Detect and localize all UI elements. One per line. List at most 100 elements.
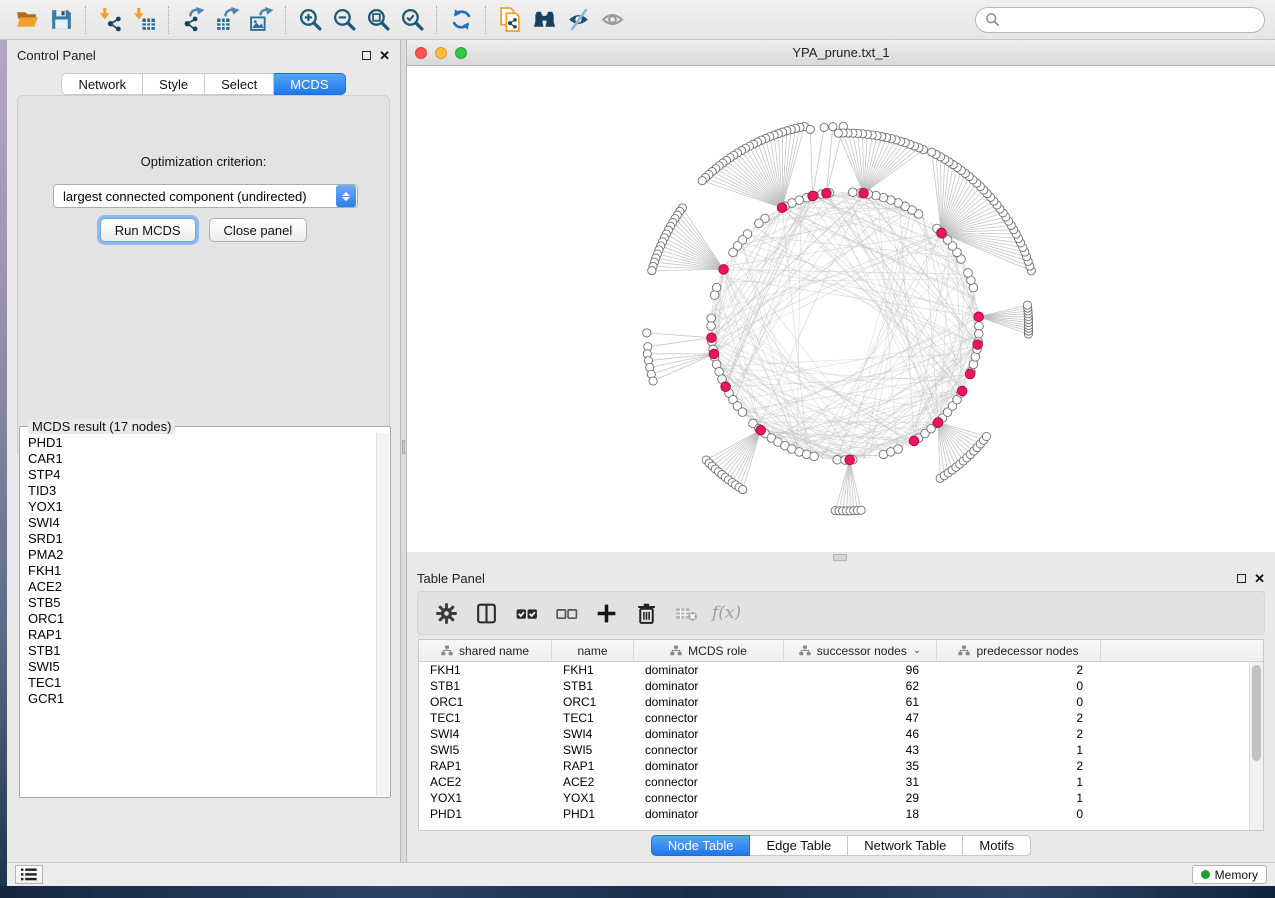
- save-session-icon[interactable]: [44, 4, 78, 36]
- tab-motifs[interactable]: Motifs: [963, 835, 1031, 856]
- table-panel: Table Panel ✕: [407, 563, 1275, 862]
- find-icon[interactable]: [527, 4, 561, 36]
- toolbar-separator: [436, 6, 437, 34]
- close-panel-icon[interactable]: ✕: [1254, 574, 1265, 583]
- main-toolbar: [0, 0, 1275, 40]
- table-body: FKH1 FKH1 dominator 96 2 STB1 STB1 domin…: [419, 662, 1249, 830]
- search-input[interactable]: [975, 7, 1265, 33]
- memory-button[interactable]: Memory: [1192, 865, 1267, 884]
- network-canvas[interactable]: [407, 66, 1275, 552]
- result-list-scrollbar[interactable]: [376, 433, 389, 796]
- table-row[interactable]: SWI5 SWI5 connector 43 1: [419, 742, 1249, 758]
- mcds-result-item[interactable]: SWI5: [28, 659, 376, 675]
- hide-selected-icon[interactable]: [561, 4, 595, 36]
- column-header-mcds-role[interactable]: MCDS role: [634, 640, 784, 661]
- table-row[interactable]: RAP1 RAP1 dominator 35 2: [419, 758, 1249, 774]
- export-network-icon[interactable]: [176, 4, 210, 36]
- table-row[interactable]: TEC1 TEC1 connector 47 2: [419, 710, 1249, 726]
- gear-icon[interactable]: [428, 596, 464, 630]
- deselect-all-icon[interactable]: [548, 596, 584, 630]
- zoom-in-icon[interactable]: [293, 4, 327, 36]
- table-row[interactable]: STB1 STB1 dominator 62 0: [419, 678, 1249, 694]
- splitter-handle[interactable]: [833, 554, 847, 561]
- open-session-icon[interactable]: [10, 4, 44, 36]
- table-row[interactable]: ACE2 ACE2 connector 31 1: [419, 774, 1249, 790]
- table-row[interactable]: FKH1 FKH1 dominator 96 2: [419, 662, 1249, 678]
- column-header-successor-nodes[interactable]: successor nodes ⌄: [784, 640, 937, 661]
- mcds-result-item[interactable]: ORC1: [28, 611, 376, 627]
- tab-select[interactable]: Select: [205, 73, 274, 95]
- float-panel-icon[interactable]: [362, 51, 371, 60]
- column-header-shared-name[interactable]: shared name: [419, 640, 552, 661]
- mcds-result-item[interactable]: PMA2: [28, 547, 376, 563]
- mcds-result-item[interactable]: SRD1: [28, 531, 376, 547]
- vertical-splitter[interactable]: [400, 40, 407, 862]
- table-row[interactable]: SWI4 SWI4 dominator 46 2: [419, 726, 1249, 742]
- tab-node-table[interactable]: Node Table: [651, 835, 751, 856]
- mcds-result-item[interactable]: STB5: [28, 595, 376, 611]
- table-scrollbar[interactable]: [1249, 662, 1263, 830]
- clone-network-icon[interactable]: [493, 4, 527, 36]
- mcds-result-item[interactable]: TEC1: [28, 675, 376, 691]
- delete-table-icon[interactable]: [668, 596, 704, 630]
- refresh-icon[interactable]: [444, 4, 478, 36]
- select-all-icon[interactable]: [508, 596, 544, 630]
- zoom-fit-icon[interactable]: [361, 4, 395, 36]
- close-panel-icon[interactable]: ✕: [379, 51, 390, 60]
- column-header-predecessor-nodes[interactable]: predecessor nodes: [937, 640, 1101, 661]
- tab-edge-table[interactable]: Edge Table: [750, 835, 848, 856]
- search-icon: [985, 12, 1000, 27]
- mcds-panel-card: Optimization criterion: largest connecte…: [17, 95, 390, 457]
- table-row[interactable]: PHD1 PHD1 dominator 18 0: [419, 806, 1249, 822]
- list-icon: [21, 868, 37, 881]
- tab-mcds[interactable]: MCDS: [274, 73, 345, 95]
- mcds-result-group: MCDS result (17 nodes) PHD1CAR1STP4TID3Y…: [19, 426, 391, 798]
- column-header-name[interactable]: name: [552, 640, 634, 661]
- mcds-result-item[interactable]: STB1: [28, 643, 376, 659]
- mcds-result-item[interactable]: STP4: [28, 467, 376, 483]
- mcds-result-item[interactable]: SWI4: [28, 515, 376, 531]
- search-text-field[interactable]: [1000, 12, 1255, 27]
- network-window-titlebar[interactable]: YPA_prune.txt_1: [407, 40, 1275, 66]
- horizontal-splitter[interactable]: [407, 552, 1275, 563]
- zoom-selected-icon[interactable]: [395, 4, 429, 36]
- desktop-background-strip: [0, 886, 1275, 898]
- zoom-out-icon[interactable]: [327, 4, 361, 36]
- mcds-result-item[interactable]: ACE2: [28, 579, 376, 595]
- run-mcds-button[interactable]: Run MCDS: [100, 218, 196, 242]
- tab-style[interactable]: Style: [143, 73, 205, 95]
- show-all-icon[interactable]: [595, 4, 629, 36]
- add-column-icon[interactable]: [588, 596, 624, 630]
- mcds-result-item[interactable]: GCR1: [28, 691, 376, 707]
- import-network-icon[interactable]: [93, 4, 127, 36]
- export-table-icon[interactable]: [210, 4, 244, 36]
- tab-network[interactable]: Network: [61, 73, 143, 95]
- sort-chevron-icon[interactable]: ⌄: [913, 645, 921, 656]
- toolbar-separator: [485, 6, 486, 34]
- table-row[interactable]: ORC1 ORC1 dominator 61 0: [419, 694, 1249, 710]
- delete-column-icon[interactable]: [628, 596, 664, 630]
- table-header-row: shared name name MCDS role successor nod…: [419, 640, 1263, 662]
- network-window: YPA_prune.txt_1: [407, 40, 1275, 552]
- mcds-result-list[interactable]: PHD1CAR1STP4TID3YOX1SWI4SRD1PMA2FKH1ACE2…: [21, 433, 376, 796]
- mcds-result-item[interactable]: YOX1: [28, 499, 376, 515]
- float-panel-icon[interactable]: [1237, 574, 1246, 583]
- mcds-result-item[interactable]: PHD1: [28, 435, 376, 451]
- criterion-dropdown[interactable]: largest connected component (undirected): [53, 184, 358, 208]
- table-row[interactable]: YOX1 YOX1 connector 29 1: [419, 790, 1249, 806]
- mcds-result-item[interactable]: TID3: [28, 483, 376, 499]
- table-panel-tabs: Node Table Edge Table Network Table Moti…: [407, 835, 1275, 856]
- tab-network-table[interactable]: Network Table: [848, 835, 963, 856]
- hierarchy-icon: [670, 645, 682, 656]
- table-scrollbar-thumb[interactable]: [1252, 665, 1261, 761]
- import-table-icon[interactable]: [127, 4, 161, 36]
- mcds-result-item[interactable]: CAR1: [28, 451, 376, 467]
- columns-icon[interactable]: [468, 596, 504, 630]
- network-graph[interactable]: [407, 66, 1275, 552]
- task-history-button[interactable]: [15, 865, 43, 884]
- mcds-result-item[interactable]: RAP1: [28, 627, 376, 643]
- mcds-result-item[interactable]: FKH1: [28, 563, 376, 579]
- close-panel-button[interactable]: Close panel: [209, 218, 308, 242]
- splitter-handle[interactable]: [402, 440, 405, 454]
- export-image-icon[interactable]: [244, 4, 278, 36]
